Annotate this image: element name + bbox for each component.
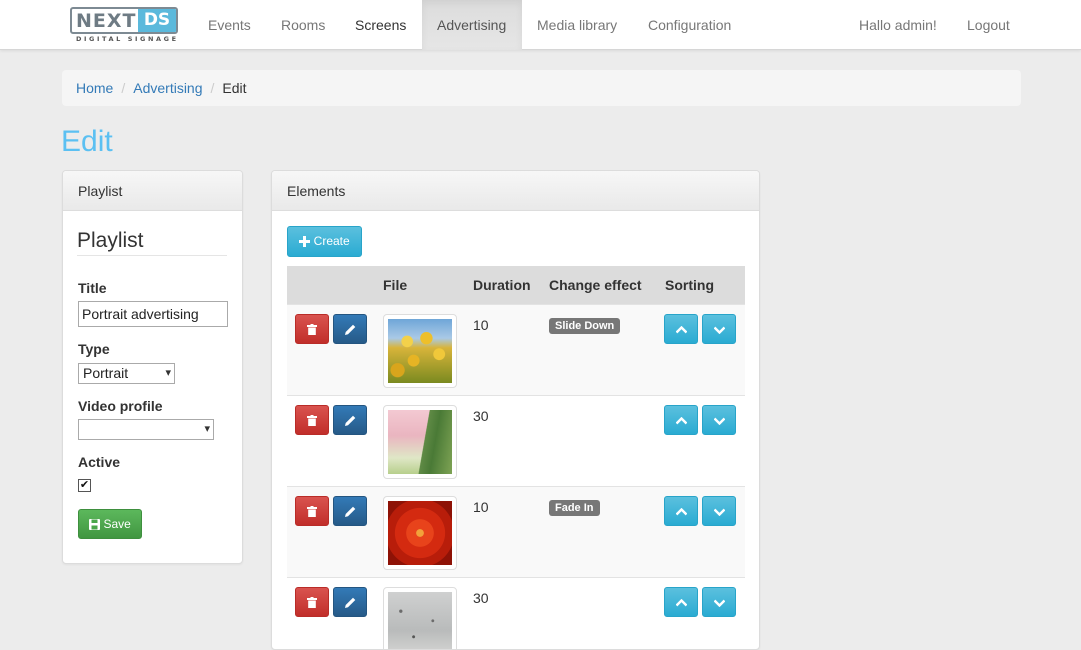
floppy-disk-icon xyxy=(89,519,101,531)
elements-panel-heading: Elements xyxy=(272,171,759,211)
column-change-effect: Change effect xyxy=(549,277,642,293)
type-select[interactable]: Portrait ▾ xyxy=(78,363,175,384)
move-up-button[interactable] xyxy=(664,405,698,435)
playlist-legend: Playlist xyxy=(77,229,227,256)
logout-link[interactable]: Logout xyxy=(952,0,1025,50)
edit-button[interactable] xyxy=(333,405,367,435)
file-thumbnail[interactable] xyxy=(383,405,457,479)
brand-subtitle: DIGITAL SIGNAGE xyxy=(76,35,179,43)
playlist-panel: Playlist Playlist Title Portrait adverti… xyxy=(62,170,243,564)
move-up-button[interactable] xyxy=(664,587,698,617)
delete-button[interactable] xyxy=(295,405,329,435)
save-button[interactable]: Save xyxy=(78,509,142,539)
pencil-icon xyxy=(344,324,355,336)
type-select-value: Portrait xyxy=(83,365,129,381)
active-checkbox[interactable]: ✔ xyxy=(78,479,91,492)
file-thumbnail[interactable] xyxy=(383,496,457,570)
elements-panel: Elements Create File Duration Change eff… xyxy=(271,170,760,650)
duration-value: 10 xyxy=(473,499,489,515)
brand-logo-box: NEXT DS xyxy=(70,7,178,34)
chevron-down-icon xyxy=(713,599,725,608)
duration-value: 30 xyxy=(473,590,489,606)
chevron-down-icon xyxy=(713,417,725,426)
breadcrumb-advertising[interactable]: Advertising xyxy=(133,80,202,96)
pencil-icon xyxy=(344,506,355,518)
table-row: 10 Slide Down xyxy=(287,304,745,395)
table-row: 10 Fade In xyxy=(287,486,745,577)
pencil-icon xyxy=(344,415,355,427)
chevron-down-icon: ▾ xyxy=(204,423,210,435)
duration-value: 30 xyxy=(473,408,489,424)
pink-sky-trees-image xyxy=(388,410,452,474)
table-row: 30 xyxy=(287,395,745,486)
chevron-up-icon xyxy=(675,508,687,516)
type-label: Type xyxy=(78,341,110,357)
snow-landscape-image xyxy=(388,592,452,649)
chevron-down-icon xyxy=(713,326,725,335)
edit-button[interactable] xyxy=(333,587,367,617)
top-navbar: NEXT DS DIGITAL SIGNAGE Events Rooms Scr… xyxy=(0,0,1081,50)
chevron-up-icon xyxy=(675,326,687,334)
delete-button[interactable] xyxy=(295,587,329,617)
user-greeting[interactable]: Hallo admin! xyxy=(844,0,952,50)
trash-icon xyxy=(307,324,317,336)
elements-table-header: File Duration Change effect Sorting xyxy=(287,266,745,304)
title-input[interactable]: Portrait advertising xyxy=(78,301,228,327)
effect-badge: Slide Down xyxy=(549,318,621,334)
delete-button[interactable] xyxy=(295,314,329,344)
nav-events[interactable]: Events xyxy=(193,0,266,50)
trash-icon xyxy=(307,415,317,427)
trash-icon xyxy=(307,597,317,609)
page-title: Edit xyxy=(61,125,113,158)
file-thumbnail[interactable] xyxy=(383,314,457,388)
active-label: Active xyxy=(78,454,121,470)
title-label: Title xyxy=(78,280,107,296)
nav-rooms[interactable]: Rooms xyxy=(266,0,340,50)
effect-badge: Fade In xyxy=(549,500,600,516)
nav-configuration[interactable]: Configuration xyxy=(633,0,746,50)
brand-logo[interactable]: NEXT DS DIGITAL SIGNAGE xyxy=(70,7,180,44)
video-profile-select[interactable]: ▾ xyxy=(78,419,214,440)
move-up-button[interactable] xyxy=(664,496,698,526)
edit-button[interactable] xyxy=(333,314,367,344)
breadcrumb-home[interactable]: Home xyxy=(76,80,113,96)
breadcrumb-separator: / xyxy=(210,80,215,96)
video-profile-label: Video profile xyxy=(78,398,163,414)
delete-button[interactable] xyxy=(295,496,329,526)
breadcrumb: Home / Advertising / Edit xyxy=(62,70,1021,106)
trash-icon xyxy=(307,506,317,518)
red-chrysanthemum-image xyxy=(388,501,452,565)
file-thumbnail[interactable] xyxy=(383,587,457,649)
nav-advertising[interactable]: Advertising xyxy=(422,0,522,50)
move-up-button[interactable] xyxy=(664,314,698,344)
brand-name-accent: DS xyxy=(138,9,176,32)
chevron-up-icon xyxy=(675,599,687,607)
brand-name: NEXT xyxy=(76,10,137,32)
create-button[interactable]: Create xyxy=(287,226,362,257)
move-down-button[interactable] xyxy=(702,496,736,526)
column-duration: Duration xyxy=(473,277,531,293)
breadcrumb-current: Edit xyxy=(222,80,247,96)
chevron-down-icon: ▾ xyxy=(165,367,171,379)
save-button-label: Save xyxy=(103,517,131,531)
breadcrumb-separator: / xyxy=(121,80,126,96)
plus-icon xyxy=(299,236,311,248)
table-row: 30 xyxy=(287,577,745,649)
pencil-icon xyxy=(344,597,355,609)
duration-value: 10 xyxy=(473,317,489,333)
create-button-label: Create xyxy=(313,234,350,248)
playlist-panel-heading: Playlist xyxy=(63,171,242,211)
yellow-tulips-image xyxy=(388,319,452,383)
move-down-button[interactable] xyxy=(702,314,736,344)
chevron-up-icon xyxy=(675,417,687,425)
nav-media-library[interactable]: Media library xyxy=(522,0,632,50)
move-down-button[interactable] xyxy=(702,587,736,617)
edit-button[interactable] xyxy=(333,496,367,526)
nav-screens[interactable]: Screens xyxy=(340,0,421,50)
chevron-down-icon xyxy=(713,508,725,517)
column-sorting: Sorting xyxy=(665,277,714,293)
column-file: File xyxy=(383,277,408,293)
move-down-button[interactable] xyxy=(702,405,736,435)
